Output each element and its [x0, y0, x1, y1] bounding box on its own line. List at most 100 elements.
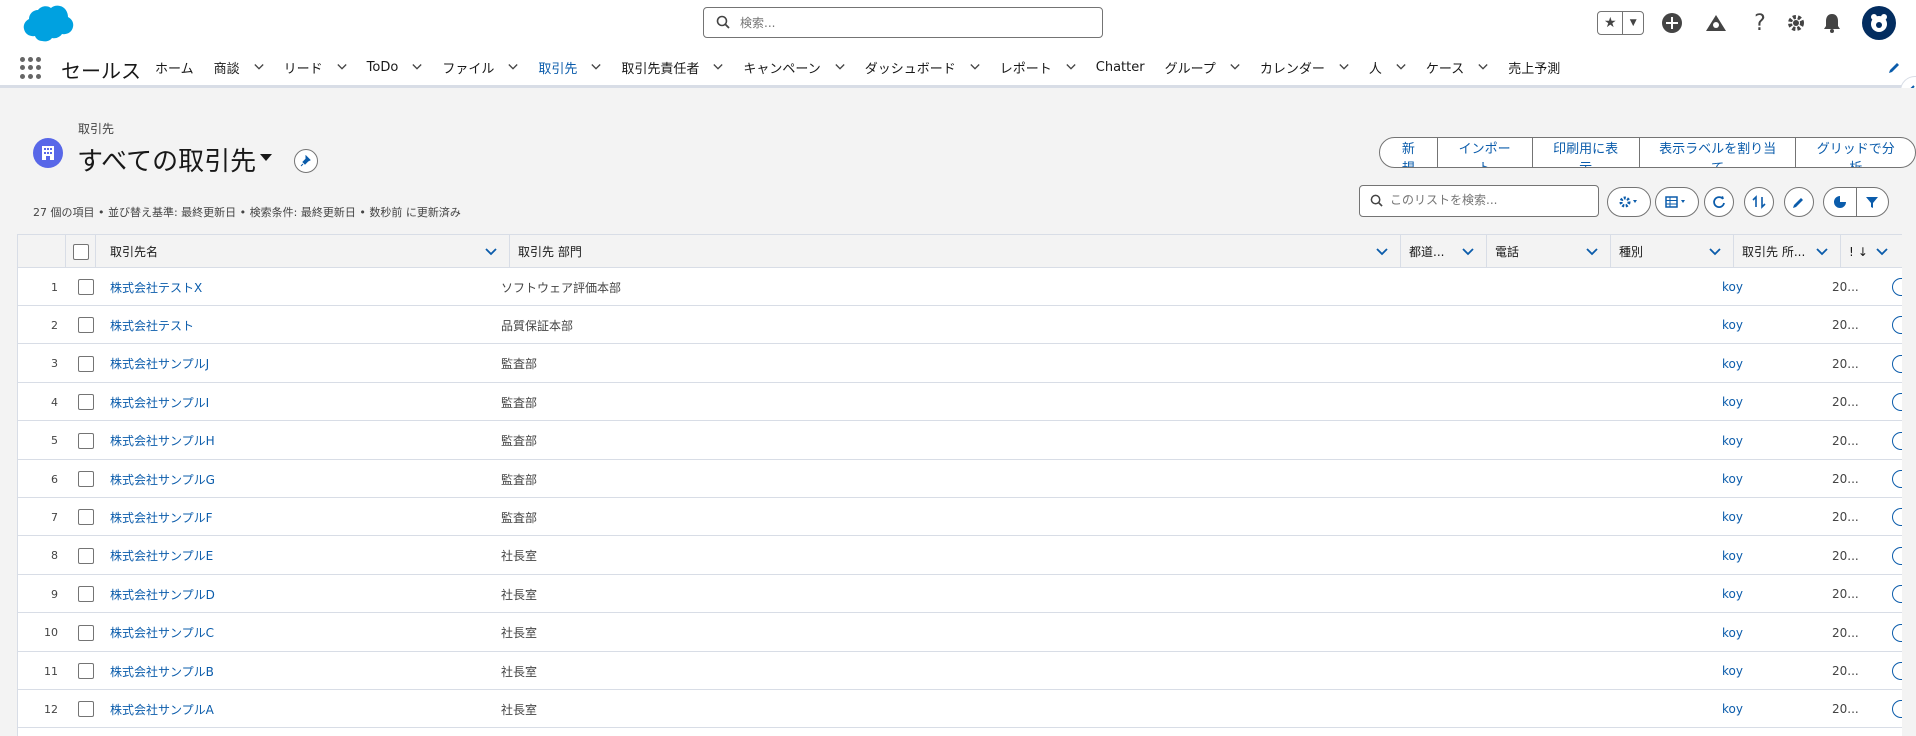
- chevron-down-icon[interactable]: [1892, 316, 1902, 335]
- chevron-down-icon[interactable]: [1376, 247, 1388, 257]
- row-checkbox[interactable]: [78, 701, 94, 718]
- owner-link[interactable]: koy: [1722, 575, 1743, 613]
- account-name-link[interactable]: 株式会社サンプルG: [110, 460, 215, 498]
- nav-item[interactable]: 取引先責任者: [611, 46, 733, 88]
- list-settings-button[interactable]: [1607, 187, 1651, 217]
- new-button[interactable]: 新規: [1380, 138, 1437, 167]
- chevron-down-icon[interactable]: [1892, 508, 1902, 527]
- list-view-title[interactable]: すべての取引先: [77, 141, 256, 178]
- row-checkbox[interactable]: [78, 509, 94, 526]
- edit-nav-icon[interactable]: [1888, 60, 1902, 74]
- app-launcher-icon[interactable]: [20, 57, 42, 79]
- chevron-down-icon[interactable]: [1892, 623, 1902, 642]
- sort-button[interactable]: [1744, 187, 1774, 217]
- chevron-down-icon[interactable]: [970, 62, 980, 72]
- global-search-input[interactable]: [740, 13, 1090, 33]
- table-row[interactable]: 7 株式会社サンプルF 監査部 koy 20...: [18, 498, 1902, 537]
- row-checkbox[interactable]: [78, 279, 94, 295]
- account-name-link[interactable]: 株式会社テスト: [110, 306, 194, 344]
- nav-item[interactable]: 取引先: [528, 46, 611, 91]
- row-action-button[interactable]: [1892, 306, 1902, 344]
- table-row[interactable]: 6 株式会社サンプルG 監査部 koy 20...: [18, 460, 1902, 498]
- analyze-grid-button[interactable]: グリッドで分析: [1795, 138, 1915, 167]
- nav-item[interactable]: リード: [274, 46, 357, 88]
- chevron-down-icon[interactable]: [485, 247, 497, 257]
- sort-desc-icon[interactable]: ↓: [1858, 245, 1868, 259]
- row-action-button[interactable]: [1892, 498, 1902, 536]
- row-checkbox[interactable]: [78, 547, 94, 564]
- nav-item[interactable]: ToDo: [357, 46, 433, 88]
- chart-icon[interactable]: [1824, 188, 1857, 216]
- column-header-phone[interactable]: 電話: [1487, 235, 1611, 268]
- bell-icon[interactable]: [1818, 0, 1846, 46]
- chevron-down-icon[interactable]: [1462, 247, 1474, 257]
- chevron-down-icon[interactable]: [1339, 62, 1349, 72]
- chevron-down-icon[interactable]: [508, 62, 518, 72]
- chevron-down-icon[interactable]: [1892, 585, 1902, 604]
- chevron-down-icon[interactable]: [1892, 470, 1902, 488]
- row-action-button[interactable]: [1892, 383, 1902, 421]
- nav-item[interactable]: グループ: [1155, 46, 1250, 88]
- select-all-checkbox[interactable]: [72, 243, 89, 260]
- avatar-icon[interactable]: [1862, 6, 1896, 40]
- owner-link[interactable]: koy: [1722, 460, 1743, 498]
- star-icon[interactable]: ★: [1598, 12, 1624, 34]
- table-row[interactable]: 5 株式会社サンプルH 監査部 koy 20...: [18, 421, 1902, 460]
- account-name-link[interactable]: 株式会社サンプルD: [110, 575, 215, 613]
- import-button[interactable]: インポート: [1436, 138, 1532, 167]
- chevron-down-icon[interactable]: [1066, 62, 1076, 72]
- table-row[interactable]: 11 株式会社サンプルB 社長室 koy 20...: [18, 652, 1902, 690]
- nav-item[interactable]: キャンペーン: [733, 46, 854, 88]
- nav-item[interactable]: ホーム: [145, 46, 204, 88]
- nav-item[interactable]: 商談: [204, 46, 274, 88]
- row-action-button[interactable]: [1892, 652, 1902, 690]
- chevron-down-icon[interactable]: [1892, 393, 1902, 412]
- row-checkbox[interactable]: [78, 317, 94, 334]
- chevron-down-icon[interactable]: [1230, 62, 1240, 72]
- row-action-button[interactable]: [1892, 422, 1902, 460]
- nav-item[interactable]: カレンダー: [1250, 46, 1359, 88]
- owner-link[interactable]: koy: [1722, 498, 1743, 536]
- chevron-down-icon[interactable]: [1816, 247, 1828, 257]
- account-name-link[interactable]: 株式会社テストX: [110, 268, 202, 306]
- row-action-button[interactable]: [1892, 614, 1902, 652]
- salesforce-logo[interactable]: [14, 4, 74, 44]
- filter-icon[interactable]: [1857, 188, 1889, 216]
- pin-list-button[interactable]: [294, 149, 318, 173]
- list-search-input[interactable]: [1390, 193, 1590, 207]
- table-row[interactable]: 10 株式会社サンプルC 社長室 koy 20...: [18, 613, 1902, 652]
- inline-edit-button[interactable]: [1784, 187, 1814, 217]
- chevron-down-icon[interactable]: [1892, 662, 1902, 680]
- table-row[interactable]: 2 株式会社テスト 品質保証本部 koy 20...: [18, 306, 1902, 345]
- row-action-button[interactable]: [1892, 268, 1902, 306]
- owner-link[interactable]: koy: [1722, 383, 1743, 421]
- row-action-button[interactable]: [1892, 460, 1902, 498]
- nav-item[interactable]: ダッシュボード: [855, 46, 990, 88]
- owner-link[interactable]: koy: [1722, 345, 1743, 383]
- owner-link[interactable]: koy: [1722, 652, 1743, 690]
- row-checkbox[interactable]: [78, 355, 94, 372]
- chevron-down-icon[interactable]: [1892, 546, 1902, 565]
- owner-link[interactable]: koy: [1722, 537, 1743, 575]
- chevron-down-icon[interactable]: [1892, 278, 1902, 296]
- owner-link[interactable]: koy: [1722, 306, 1743, 344]
- row-checkbox[interactable]: [78, 471, 94, 487]
- table-row[interactable]: 12 株式会社サンプルA 社長室 koy 20...: [18, 690, 1902, 729]
- owner-link[interactable]: koy: [1722, 422, 1743, 460]
- column-header-type[interactable]: 種別: [1611, 235, 1734, 268]
- row-action-button[interactable]: [1892, 345, 1902, 383]
- account-name-link[interactable]: 株式会社サンプルC: [110, 614, 214, 652]
- assign-label-button[interactable]: 表示ラベルを割り当て: [1638, 138, 1796, 167]
- column-header-last-modified[interactable]: ! ↓: [1841, 235, 1902, 268]
- printable-view-button[interactable]: 印刷用に表示: [1531, 138, 1639, 167]
- column-header-prefecture[interactable]: 都道...: [1401, 235, 1487, 268]
- favorites-group[interactable]: ★ ▼: [1597, 11, 1644, 35]
- column-header-account-name[interactable]: 取引先名: [96, 235, 510, 268]
- chevron-down-icon[interactable]: [591, 62, 601, 72]
- plus-icon[interactable]: [1658, 0, 1686, 46]
- account-name-link[interactable]: 株式会社サンプルE: [110, 537, 213, 575]
- chevron-down-icon[interactable]: [1709, 247, 1721, 257]
- row-checkbox[interactable]: [78, 663, 94, 679]
- chevron-down-icon[interactable]: ▼: [1623, 12, 1643, 34]
- table-row[interactable]: 1 株式会社テストX ソフトウェア評価本部 koy 20...: [18, 268, 1902, 306]
